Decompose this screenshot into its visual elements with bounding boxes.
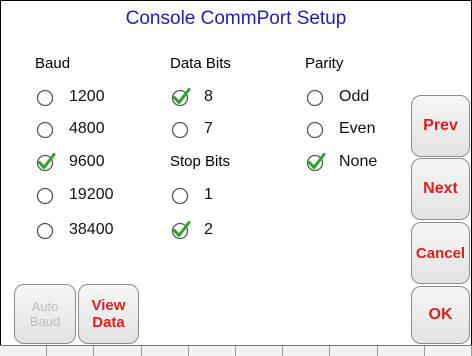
baud-option-1200[interactable]: 1200 xyxy=(35,86,105,108)
baud-option-label: 38400 xyxy=(69,221,114,238)
radio-icon xyxy=(35,184,57,206)
baud-option-label: 9600 xyxy=(69,153,105,170)
data-bits-option-7[interactable]: 7 xyxy=(170,118,213,140)
parity-option-odd[interactable]: Odd xyxy=(305,86,369,108)
cancel-button[interactable]: Cancel xyxy=(411,222,470,284)
stop-bits-option-2[interactable]: 2 xyxy=(170,219,213,241)
parity-option-none[interactable]: None xyxy=(305,151,377,173)
auto-baud-label-line2: Baud xyxy=(29,314,61,329)
stop-bits-option-label: 2 xyxy=(204,221,213,238)
parity-option-label: None xyxy=(339,153,378,170)
data-bits-option-label: 8 xyxy=(204,88,213,105)
stop-bits-option-label: 1 xyxy=(204,186,213,203)
stop-bits-option-1[interactable]: 1 xyxy=(170,184,213,206)
baud-option-19200[interactable]: 19200 xyxy=(35,184,114,206)
bottom-toolbar xyxy=(0,345,472,356)
baud-option-label: 4800 xyxy=(69,120,105,137)
checked-radio-icon xyxy=(35,151,57,173)
auto-baud-button[interactable]: Auto Baud xyxy=(14,284,76,344)
checked-radio-icon xyxy=(170,219,192,241)
baud-option-38400[interactable]: 38400 xyxy=(35,219,114,241)
data-bits-option-label: 7 xyxy=(204,120,213,137)
view-data-button[interactable]: View Data xyxy=(78,284,139,344)
ok-button[interactable]: OK xyxy=(411,286,470,344)
auto-baud-label-line1: Auto xyxy=(31,299,59,314)
checked-radio-icon xyxy=(170,86,192,108)
radio-icon xyxy=(35,118,57,140)
prev-button[interactable]: Prev xyxy=(411,95,470,157)
baud-option-9600[interactable]: 9600 xyxy=(35,151,105,173)
parity-option-label: Even xyxy=(339,120,376,137)
baud-header: Baud xyxy=(35,55,71,72)
stop-bits-header: Stop Bits xyxy=(170,153,231,170)
radio-icon xyxy=(305,86,327,108)
baud-option-label: 19200 xyxy=(69,186,114,203)
radio-icon xyxy=(305,118,327,140)
view-data-label-line1: View xyxy=(91,297,126,314)
parity-option-label: Odd xyxy=(339,88,370,105)
data-bits-option-8[interactable]: 8 xyxy=(170,86,213,108)
baud-option-label: 1200 xyxy=(69,88,105,105)
parity-option-even[interactable]: Even xyxy=(305,118,375,140)
radio-icon xyxy=(35,86,57,108)
radio-icon xyxy=(35,219,57,241)
next-button[interactable]: Next xyxy=(411,158,470,220)
radio-icon xyxy=(170,118,192,140)
checked-radio-icon xyxy=(305,151,327,173)
page-title: Console CommPort Setup xyxy=(125,8,347,29)
data-bits-header: Data Bits xyxy=(170,55,231,72)
radio-icon xyxy=(170,184,192,206)
view-data-label-line2: Data xyxy=(92,314,125,331)
parity-header: Parity xyxy=(305,55,344,72)
baud-option-4800[interactable]: 4800 xyxy=(35,118,105,140)
